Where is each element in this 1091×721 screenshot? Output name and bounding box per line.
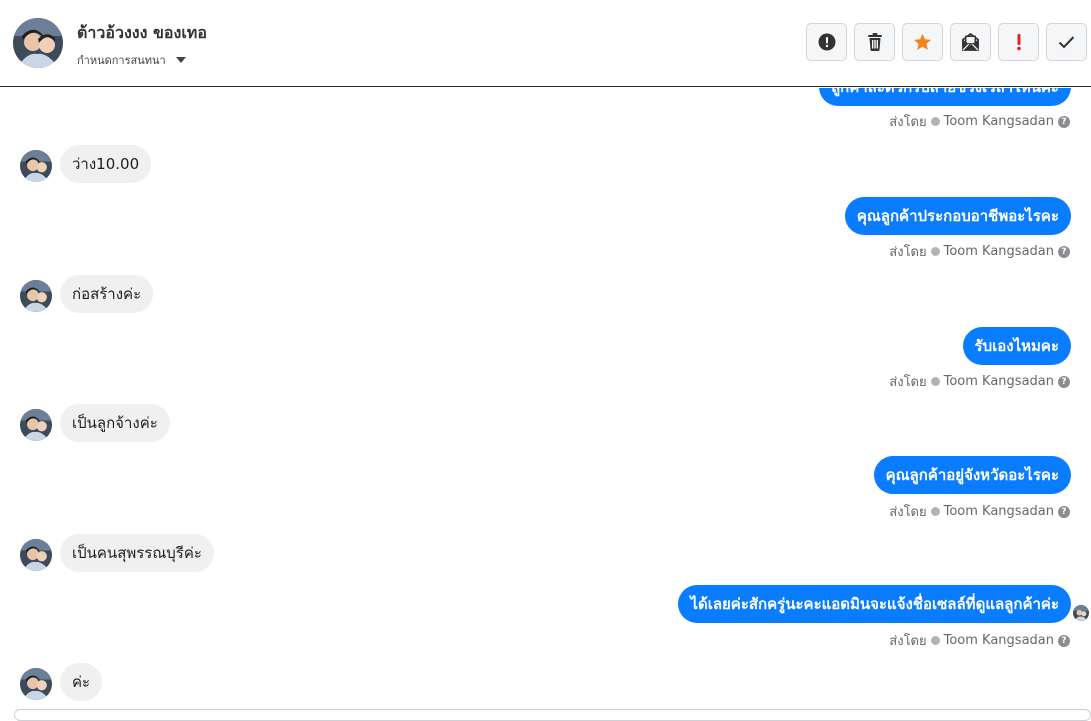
mail-open-icon	[962, 33, 979, 51]
verified-dot-icon	[930, 636, 940, 645]
mark-done-button[interactable]	[1046, 23, 1087, 61]
sent-by-info: ส่งโดย Toom Kangsadan ?	[889, 111, 1070, 132]
conversation-header: ต้าวอ้วงงง ของเทอ กำหนดการสนทนา	[0, 0, 1091, 87]
sent-by-prefix: ส่งโดย	[889, 505, 927, 520]
contact-avatar-small	[20, 150, 52, 182]
sent-by-prefix: ส่งโดย	[889, 245, 927, 260]
trash-icon	[867, 33, 882, 51]
message-thread[interactable]: ลูกค้าสะดวกรับสายช่วงเวลาไหนคะ ส่งโดย To…	[0, 88, 1091, 715]
sent-by-prefix: ส่งโดย	[889, 634, 927, 649]
sender-name: Toom Kangsadan	[943, 504, 1054, 519]
sent-by-info: ส่งโดย Toom Kangsadan ?	[889, 371, 1070, 392]
verified-dot-icon	[930, 377, 940, 386]
outgoing-message: รับเองไหมคะ	[962, 327, 1071, 365]
star-button[interactable]	[902, 23, 943, 61]
outgoing-message: ได้เลยค่ะสักครู่นะคะแอดมินจะแจ้งชื่อเซลล…	[678, 585, 1071, 623]
contact-avatar-small	[20, 539, 52, 571]
sent-by-prefix: ส่งโดย	[889, 375, 927, 390]
verified-dot-icon	[930, 247, 940, 256]
incoming-message: ก่อสร้างค่ะ	[60, 275, 154, 313]
sender-name: Toom Kangsadan	[943, 374, 1054, 389]
mark-unread-button[interactable]	[950, 23, 991, 61]
help-icon[interactable]: ?	[1058, 634, 1070, 647]
contact-avatar-small	[20, 280, 52, 312]
help-icon[interactable]: ?	[1058, 115, 1070, 128]
alert-circle-icon	[818, 33, 835, 51]
sent-by-info: ส่งโดย Toom Kangsadan ?	[889, 501, 1070, 522]
outgoing-message: คุณลูกค้าอยู่จังหวัดอะไรคะ	[873, 456, 1071, 494]
help-icon[interactable]: ?	[1058, 375, 1070, 388]
contact-name: ต้าวอ้วงงง ของเทอ	[77, 23, 207, 42]
sender-name: Toom Kangsadan	[943, 244, 1054, 259]
sent-by-info: ส่งโดย Toom Kangsadan ?	[889, 241, 1070, 262]
incoming-message: เป็นลูกจ้างค่ะ	[60, 404, 170, 442]
help-icon[interactable]: ?	[1058, 245, 1070, 258]
seen-avatar	[1073, 605, 1089, 621]
sender-name: Toom Kangsadan	[943, 633, 1054, 648]
incoming-message: เป็นคนสุพรรณบุรีค่ะ	[60, 534, 214, 572]
check-icon	[1058, 36, 1075, 49]
conversation-label-dropdown[interactable]: กำหนดการสนทนา	[77, 51, 186, 69]
verified-dot-icon	[930, 117, 940, 126]
conversation-toolbar	[806, 23, 1087, 61]
sender-name: Toom Kangsadan	[943, 114, 1054, 129]
conversation-label-text: กำหนดการสนทนา	[77, 54, 166, 67]
star-icon	[913, 33, 932, 50]
report-spam-button[interactable]	[806, 23, 847, 61]
delete-button[interactable]	[854, 23, 895, 61]
contact-avatar[interactable]	[13, 18, 63, 68]
sent-by-info: ส่งโดย Toom Kangsadan ?	[889, 630, 1070, 651]
contact-avatar-small	[20, 668, 52, 700]
contact-avatar-small	[20, 409, 52, 441]
incoming-message: ว่าง10.00	[60, 145, 152, 183]
outgoing-message: ลูกค้าสะดวกรับสายช่วงเวลาไหนคะ	[818, 88, 1071, 106]
message-composer[interactable]	[14, 709, 1091, 721]
help-icon[interactable]: ?	[1058, 505, 1070, 518]
caret-down-icon	[175, 57, 186, 63]
sent-by-prefix: ส่งโดย	[889, 115, 927, 130]
exclamation-icon	[1016, 33, 1021, 50]
verified-dot-icon	[930, 507, 940, 516]
incoming-message: ค่ะ	[60, 663, 103, 701]
outgoing-message: คุณลูกค้าประกอบอาชีพอะไรคะ	[844, 197, 1071, 235]
mark-important-button[interactable]	[998, 23, 1039, 61]
